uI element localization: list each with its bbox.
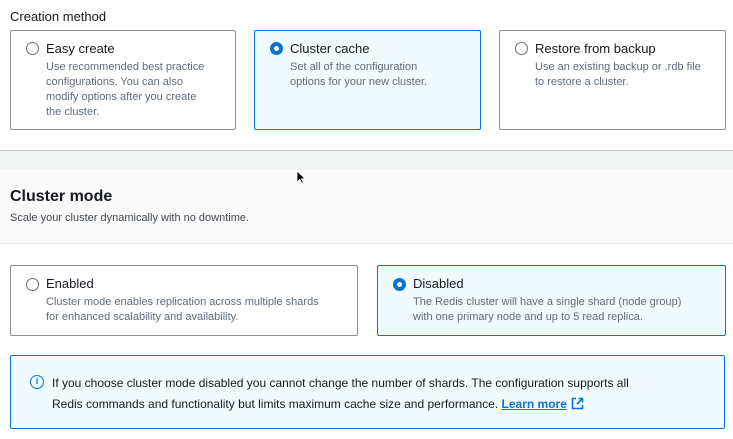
radio-disabled[interactable] — [393, 278, 406, 291]
tile-description: Cluster mode enables replication across … — [46, 296, 319, 323]
tile-cluster-mode-disabled[interactable]: Disabled The Redis cluster will have a s… — [377, 265, 726, 336]
tile-description: Use an existing backup or .rdb file to r… — [535, 61, 701, 88]
info-alert: i If you choose cluster mode disabled yo… — [10, 355, 725, 429]
tile-cluster-mode-enabled[interactable]: Enabled Cluster mode enables replication… — [10, 265, 358, 336]
radio-enabled[interactable] — [26, 278, 39, 291]
radio-easy-create[interactable] — [26, 42, 39, 55]
radio-restore-from-backup[interactable] — [515, 42, 528, 55]
cluster-mode-title: Cluster mode — [10, 188, 113, 205]
learn-more-link[interactable]: Learn more — [502, 397, 584, 411]
creation-method-section: Creation method Easy create Use recommen… — [0, 0, 733, 150]
creation-method-label: Creation method — [10, 9, 107, 24]
tile-title: Restore from backup — [535, 41, 656, 56]
radio-cluster-cache[interactable] — [270, 42, 283, 55]
tile-description: The Redis cluster will have a single sha… — [413, 296, 682, 323]
info-icon: i — [30, 375, 44, 389]
section-gap — [0, 151, 733, 169]
tile-title: Disabled — [413, 276, 464, 291]
tile-description: Set all of the configuration options for… — [290, 61, 427, 88]
external-link-icon — [571, 397, 584, 410]
tile-easy-create[interactable]: Easy create Use recommended best practic… — [10, 30, 236, 130]
info-alert-text: If you choose cluster mode disabled you … — [52, 376, 629, 411]
tile-title: Enabled — [46, 276, 94, 291]
tile-title: Cluster cache — [290, 41, 370, 56]
cluster-mode-subtitle: Scale your cluster dynamically with no d… — [10, 212, 250, 224]
mouse-cursor-icon — [296, 170, 306, 184]
tile-description: Use recommended best practice configurat… — [46, 61, 205, 118]
cluster-mode-header: Cluster mode Scale your cluster dynamica… — [0, 169, 733, 244]
tile-restore-from-backup[interactable]: Restore from backup Use an existing back… — [499, 30, 726, 130]
tile-title: Easy create — [46, 41, 115, 56]
tile-cluster-cache[interactable]: Cluster cache Set all of the configurati… — [254, 30, 481, 130]
